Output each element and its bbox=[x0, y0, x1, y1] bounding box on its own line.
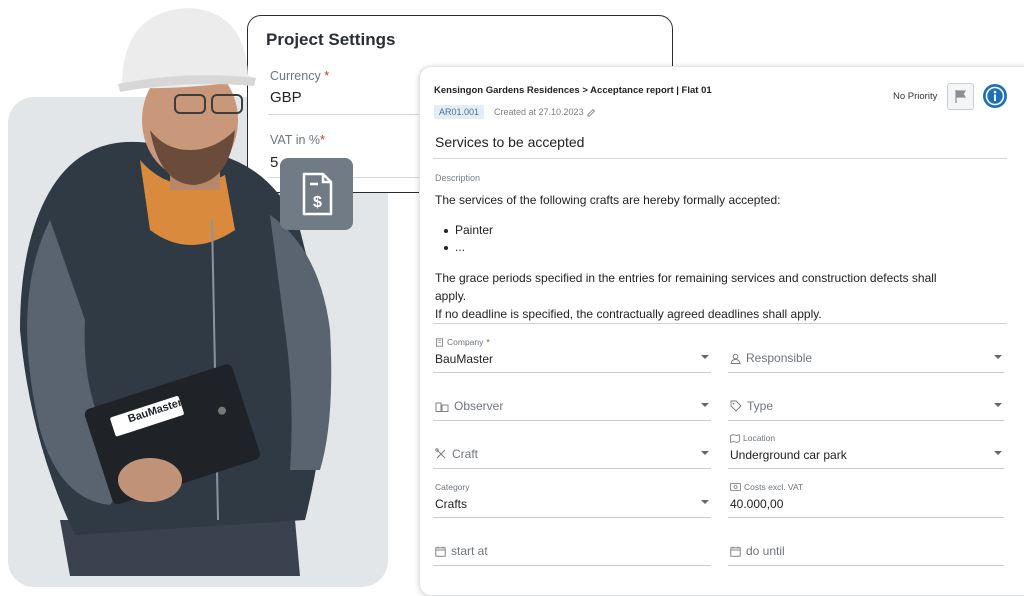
created-date: Created at 27.10.2023 bbox=[494, 107, 596, 118]
building-icon bbox=[436, 337, 443, 347]
start-placeholder: start at bbox=[435, 544, 488, 558]
chevron-down-icon bbox=[994, 403, 1002, 407]
report-title[interactable]: Services to be accepted bbox=[435, 134, 584, 150]
tools-icon bbox=[435, 448, 446, 459]
costs-field[interactable]: Costs excl. VAT 40.000,00 bbox=[728, 482, 1010, 518]
description-paragraph-1-cont: apply. bbox=[435, 289, 467, 303]
craft-placeholder: Craft bbox=[435, 447, 478, 461]
type-placeholder: Type bbox=[730, 399, 773, 413]
due-date-field[interactable]: do until bbox=[728, 530, 1010, 566]
field-underline bbox=[433, 517, 711, 518]
list-item: Painter bbox=[443, 223, 494, 237]
flag-icon bbox=[955, 90, 967, 103]
description-underline bbox=[433, 323, 1007, 324]
description-paragraph-1: The grace periods specified in the entri… bbox=[435, 271, 937, 285]
observer-select[interactable]: Observer bbox=[433, 385, 715, 421]
category-select[interactable]: Category Crafts bbox=[433, 482, 715, 518]
breadcrumb[interactable]: Kensingon Gardens Residences > Acceptanc… bbox=[434, 85, 712, 96]
location-select[interactable]: Location Underground car park bbox=[728, 433, 1010, 469]
field-underline bbox=[728, 565, 1004, 566]
construction-worker-photo bbox=[20, 8, 332, 576]
description-intro: The services of the following crafts are… bbox=[435, 193, 781, 207]
report-id-badge: AR01.001 bbox=[434, 105, 485, 119]
field-underline bbox=[433, 565, 711, 566]
field-underline bbox=[728, 517, 1004, 518]
category-value: Crafts bbox=[435, 497, 468, 511]
chevron-down-icon bbox=[701, 403, 709, 407]
calendar-icon bbox=[435, 546, 446, 557]
pencil-icon[interactable] bbox=[586, 108, 596, 118]
info-icon bbox=[985, 86, 1005, 106]
map-icon bbox=[730, 433, 740, 443]
title-underline bbox=[433, 158, 1007, 159]
money-icon bbox=[730, 483, 741, 491]
svg-text:$: $ bbox=[313, 194, 322, 211]
chevron-down-icon bbox=[701, 451, 709, 455]
buildings-icon bbox=[435, 402, 449, 412]
calendar-icon bbox=[730, 546, 741, 557]
field-underline bbox=[433, 372, 711, 373]
type-select[interactable]: Type bbox=[728, 385, 1010, 421]
info-button[interactable] bbox=[983, 84, 1007, 108]
chevron-down-icon bbox=[701, 500, 709, 504]
start-date-field[interactable]: start at bbox=[433, 530, 715, 566]
field-underline bbox=[728, 372, 1004, 373]
field-underline bbox=[728, 420, 1004, 421]
chevron-down-icon bbox=[701, 355, 709, 359]
costs-value: 40.000,00 bbox=[730, 497, 784, 511]
company-select[interactable]: Company * BauMaster bbox=[433, 337, 715, 373]
acceptance-report-card: Kensingon Gardens Residences > Acceptanc… bbox=[419, 66, 1024, 596]
location-value: Underground car park bbox=[730, 448, 847, 462]
field-underline bbox=[728, 468, 1004, 469]
description-paragraph-2: If no deadline is specified, the contrac… bbox=[435, 307, 822, 321]
until-placeholder: do until bbox=[730, 544, 785, 558]
craft-select[interactable]: Craft bbox=[433, 433, 715, 469]
location-label: Location bbox=[730, 433, 775, 443]
responsible-select[interactable]: Responsible bbox=[728, 337, 1010, 373]
company-value: BauMaster bbox=[435, 352, 494, 366]
priority-label[interactable]: No Priority bbox=[893, 91, 937, 102]
company-label: Company * bbox=[435, 337, 490, 347]
responsible-placeholder: Responsible bbox=[730, 351, 812, 365]
observer-placeholder: Observer bbox=[435, 399, 503, 413]
chevron-down-icon bbox=[994, 451, 1002, 455]
field-underline bbox=[433, 468, 711, 469]
person-icon bbox=[730, 353, 741, 364]
description-label: Description bbox=[435, 173, 481, 183]
invoice-dollar-icon: $ bbox=[280, 158, 353, 230]
field-underline bbox=[433, 420, 711, 421]
chevron-down-icon bbox=[994, 355, 1002, 359]
category-label: Category bbox=[435, 482, 470, 492]
tag-icon bbox=[730, 400, 742, 412]
list-item: ... bbox=[443, 240, 466, 254]
flag-button[interactable] bbox=[947, 83, 974, 110]
costs-label: Costs excl. VAT bbox=[730, 482, 803, 492]
